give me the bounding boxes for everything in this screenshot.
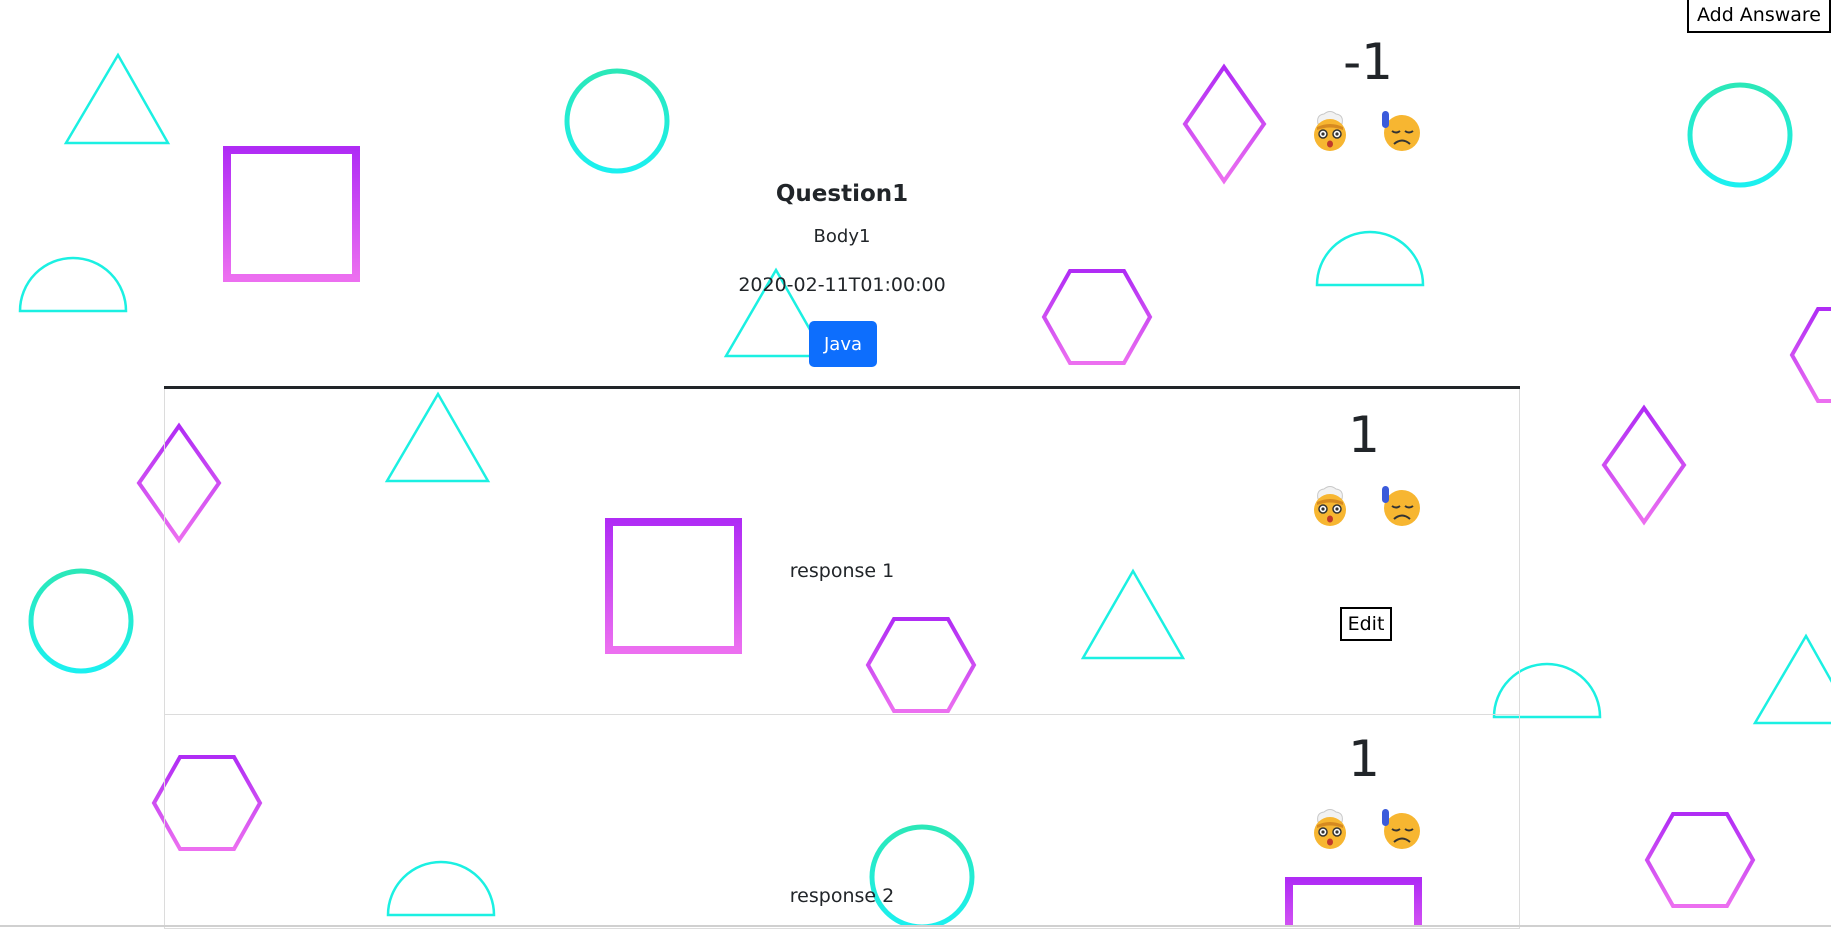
add-answer-button[interactable]: Add Answare [1686, 0, 1831, 33]
exploding-head-icon[interactable] [1308, 109, 1352, 153]
exploding-head-icon[interactable] [1308, 807, 1352, 851]
question-title: Question1 [775, 181, 909, 207]
exploding-head-icon[interactable] [1308, 484, 1352, 528]
question-body: Body1 [813, 226, 871, 247]
tag-button[interactable]: Java [809, 321, 877, 367]
sad-face-icon[interactable] [1378, 807, 1422, 851]
sad-face-icon[interactable] [1378, 484, 1422, 528]
question-date: 2020-02-11T01:00:00 [738, 274, 946, 296]
sad-face-icon[interactable] [1378, 109, 1422, 153]
answer-text: response 1 [789, 560, 895, 582]
edit-button[interactable]: Edit [1340, 607, 1392, 641]
question-score: -1 [1343, 33, 1393, 91]
answer-score: 1 [1348, 406, 1380, 464]
answer-text: response 2 [789, 885, 895, 907]
page-layer: Add Answare Question1 Body1 2020-02-11T0… [0, 0, 1831, 929]
answer-score: 1 [1348, 730, 1380, 788]
